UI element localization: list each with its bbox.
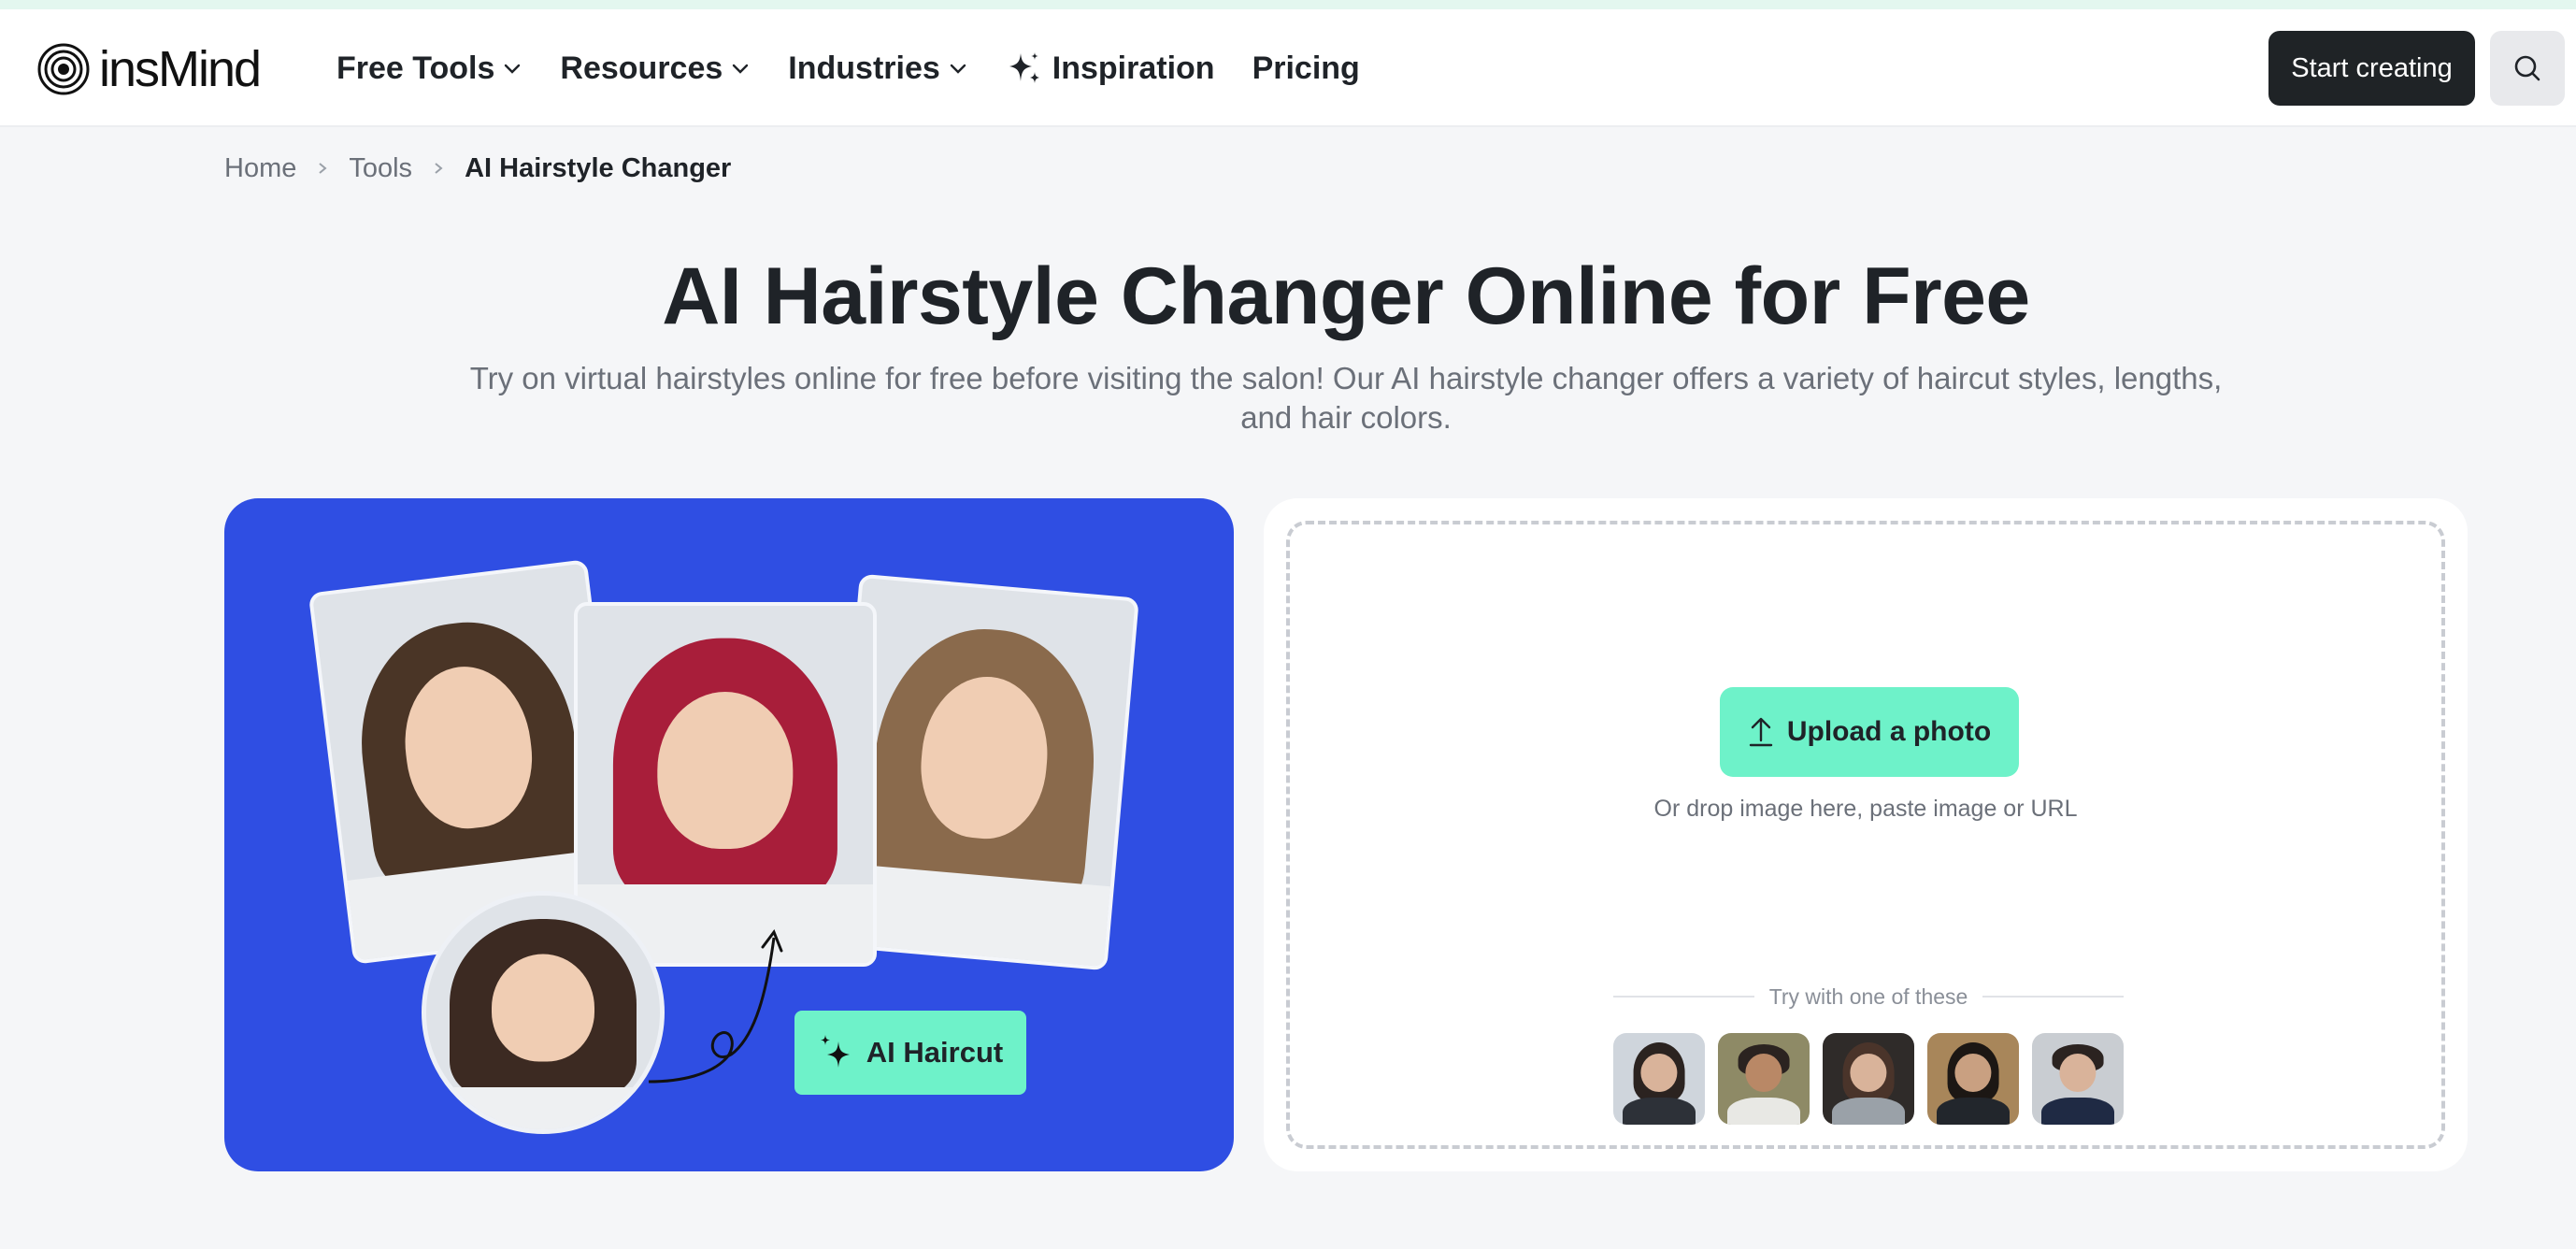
nav-industries[interactable]: Industries [788, 50, 967, 87]
breadcrumb-current: AI Hairstyle Changer [465, 152, 732, 183]
breadcrumb: Home Tools AI Hairstyle Changer [224, 151, 731, 185]
breadcrumb-tools[interactable]: Tools [349, 153, 412, 184]
chevron-down-icon [948, 58, 968, 79]
nav-inspiration[interactable]: Inspiration [1006, 50, 1215, 87]
nav-label: Industries [788, 50, 940, 86]
page-subtitle: Try on virtual hairstyles online for fre… [469, 361, 2223, 435]
sample-image[interactable] [1823, 1033, 1914, 1125]
nav-label: Free Tools [336, 50, 495, 86]
drop-hint: Or drop image here, paste image or URL [1653, 796, 2078, 822]
logo[interactable]: insMind [37, 41, 262, 97]
upload-photo-button[interactable]: Upload a photo [1720, 687, 2019, 777]
breadcrumb-home[interactable]: Home [224, 153, 296, 184]
curved-arrow-icon [648, 928, 783, 1084]
chevron-right-icon [315, 161, 330, 176]
sample-image[interactable] [1613, 1033, 1705, 1125]
ai-haircut-label: AI Haircut [866, 1036, 1004, 1069]
original-portrait [422, 891, 665, 1134]
upload-icon [1748, 716, 1774, 748]
site-header: insMind Free Tools Resources Industries [0, 9, 2576, 127]
sample-images [1613, 1033, 2137, 1125]
sample-image[interactable] [1718, 1033, 1810, 1125]
nav-pricing[interactable]: Pricing [1252, 50, 1360, 87]
showcase-image: AI Haircut [224, 498, 1234, 1171]
ai-haircut-badge: AI Haircut [794, 1011, 1026, 1095]
chevron-down-icon [502, 58, 522, 79]
nav-label: Inspiration [1052, 50, 1215, 86]
chevron-right-icon [431, 161, 446, 176]
nav-free-tools[interactable]: Free Tools [336, 50, 522, 87]
chevron-down-icon [730, 58, 751, 79]
upload-photo-label: Upload a photo [1786, 716, 1992, 747]
main-nav: Free Tools Resources Industries Inspirat… [336, 9, 1397, 127]
sample-images-label: Try with one of these [1768, 983, 1968, 1009]
search-button[interactable] [2490, 31, 2565, 106]
sparkle-icon [818, 1032, 859, 1073]
sample-image[interactable] [2032, 1033, 2124, 1125]
page-title: AI Hairstyle Changer Online for Free [662, 251, 2030, 341]
top-strip [0, 0, 2576, 9]
nav-label: Resources [560, 50, 723, 86]
logo-text: insMind [99, 41, 262, 97]
start-creating-button[interactable]: Start creating [2268, 31, 2475, 106]
nav-label: Pricing [1252, 50, 1360, 86]
image-dropzone[interactable]: Upload a photo Or drop image here, paste… [1286, 521, 2445, 1149]
sample-divider: Try with one of these [1613, 983, 2125, 1011]
search-icon [2514, 55, 2540, 81]
upload-panel: Upload a photo Or drop image here, paste… [1264, 498, 2468, 1171]
sample-image[interactable] [1927, 1033, 2019, 1125]
sparkle-icon [1006, 50, 1043, 87]
logo-icon [37, 43, 90, 95]
nav-resources[interactable]: Resources [560, 50, 751, 87]
